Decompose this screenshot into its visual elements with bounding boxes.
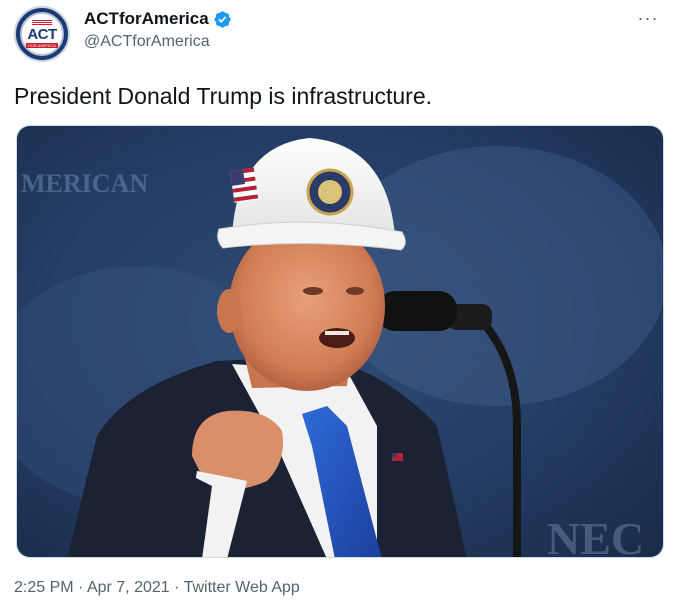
display-name[interactable]: ACTforAmerica [84,9,209,29]
avatar[interactable]: ACT FOR AMERICA [14,6,70,62]
more-dots-icon: ··· [637,8,659,28]
meta-separator: · [78,579,84,596]
tweet-date[interactable]: Apr 7, 2021 [87,579,170,596]
photo-image: MERICAN NEC [17,126,663,558]
tweet-time[interactable]: 2:25 PM [14,579,74,596]
verified-badge-icon [214,10,231,28]
meta-separator: · [174,579,180,596]
tweet-source[interactable]: Twitter Web App [184,579,300,596]
background-text-right: NEC [547,513,644,558]
background-text-left: MERICAN [21,169,148,198]
avatar-logo-subtext: FOR AMERICA [26,42,58,48]
flag-stripes-icon [32,20,52,25]
avatar-logo-text: ACT [27,25,57,43]
tweet-meta: 2:25 PM · Apr 7, 2021 · Twitter Web App [14,579,300,597]
handle[interactable]: @ACTforAmerica [84,33,210,51]
tweet-media-photo[interactable]: MERICAN NEC [16,125,664,558]
avatar-logo: ACT FOR AMERICA [20,12,64,56]
tweet-text: President Donald Trump is infrastructure… [14,83,433,109]
author-name-row: ACTforAmerica [84,9,232,29]
more-options-button[interactable]: ··· [634,8,662,28]
